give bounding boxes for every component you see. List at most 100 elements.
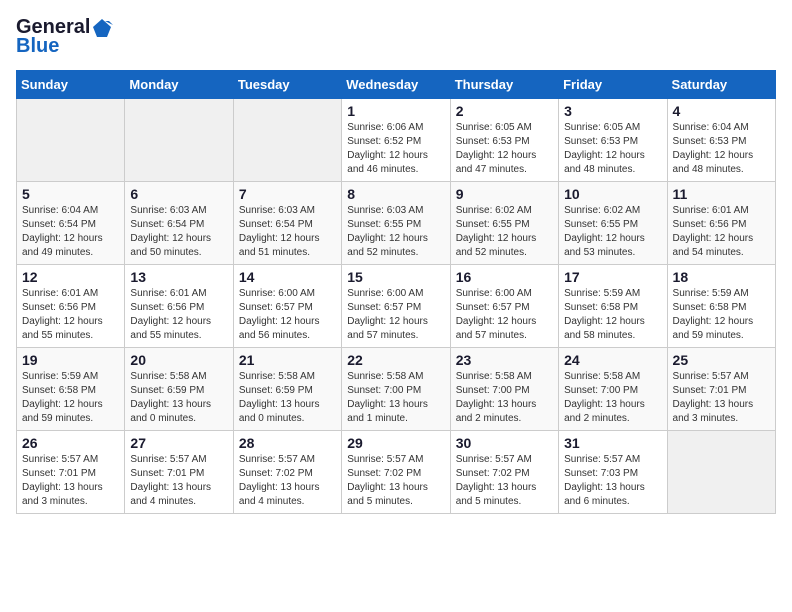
day-info: Sunrise: 6:03 AM Sunset: 6:54 PM Dayligh…: [130, 204, 227, 260]
day-of-week-header: Wednesday: [342, 71, 450, 99]
day-info: Sunrise: 6:01 AM Sunset: 6:56 PM Dayligh…: [130, 287, 227, 343]
day-info: Sunrise: 5:57 AM Sunset: 7:02 PM Dayligh…: [239, 453, 336, 509]
day-info: Sunrise: 5:57 AM Sunset: 7:01 PM Dayligh…: [673, 370, 770, 426]
day-number: 5: [22, 186, 119, 202]
page-header: General Blue: [16, 16, 776, 58]
calendar-cell: 18 Sunrise: 5:59 AM Sunset: 6:58 PM Dayli…: [667, 265, 775, 348]
day-info: Sunrise: 5:57 AM Sunset: 7:03 PM Dayligh…: [564, 453, 661, 509]
day-number: 2: [456, 103, 553, 119]
calendar-cell: 14Sunrise: 6:00 AM Sunset: 6:57 PM Dayli…: [233, 265, 341, 348]
day-info: Sunrise: 5:58 AM Sunset: 7:00 PM Dayligh…: [347, 370, 444, 426]
calendar-cell: 27 Sunrise: 5:57 AM Sunset: 7:01 PM Dayli…: [125, 431, 233, 514]
calendar-cell: 12 Sunrise: 6:01 AM Sunset: 6:56 PM Dayli…: [17, 265, 125, 348]
day-info: Sunrise: 6:02 AM Sunset: 6:55 PM Dayligh…: [456, 204, 553, 260]
calendar-cell: 26 Sunrise: 5:57 AM Sunset: 7:01 PM Dayli…: [17, 431, 125, 514]
calendar-cell: 8 Sunrise: 6:03 AM Sunset: 6:55 PM Daylig…: [342, 182, 450, 265]
day-number: 23: [456, 352, 553, 368]
day-info: Sunrise: 6:05 AM Sunset: 6:53 PM Dayligh…: [564, 121, 661, 177]
calendar-cell: 10 Sunrise: 6:02 AM Sunset: 6:55 PM Dayli…: [559, 182, 667, 265]
calendar-header-row: SundayMondayTuesdayWednesdayThursdayFrid…: [17, 71, 776, 99]
day-info: Sunrise: 6:05 AM Sunset: 6:53 PM Dayligh…: [456, 121, 553, 177]
day-number: 11: [673, 186, 770, 202]
calendar-cell: 16 Sunrise: 6:00 AM Sunset: 6:57 PM Dayli…: [450, 265, 558, 348]
day-info: Sunrise: 5:57 AM Sunset: 7:01 PM Dayligh…: [22, 453, 119, 509]
day-number: 27: [130, 435, 227, 451]
day-info: Sunrise: 6:01 AM Sunset: 6:56 PM Dayligh…: [673, 204, 770, 260]
day-number: 22: [347, 352, 444, 368]
day-info: Sunrise: 5:58 AM Sunset: 6:59 PM Dayligh…: [239, 370, 336, 426]
calendar-cell: 31 Sunrise: 5:57 AM Sunset: 7:03 PM Dayli…: [559, 431, 667, 514]
day-info: Sunrise: 5:59 AM Sunset: 6:58 PM Dayligh…: [22, 370, 119, 426]
calendar-cell: 17Sunrise: 5:59 AM Sunset: 6:58 PM Dayli…: [559, 265, 667, 348]
calendar-week-row: 5Sunrise: 6:04 AM Sunset: 6:54 PM Daylig…: [17, 182, 776, 265]
day-number: 21: [239, 352, 336, 368]
calendar-cell: 9 Sunrise: 6:02 AM Sunset: 6:55 PM Daylig…: [450, 182, 558, 265]
day-number: 26: [22, 435, 119, 451]
day-number: 15: [347, 269, 444, 285]
day-number: 4: [673, 103, 770, 119]
day-number: 9: [456, 186, 553, 202]
day-of-week-header: Friday: [559, 71, 667, 99]
day-info: Sunrise: 5:57 AM Sunset: 7:02 PM Dayligh…: [456, 453, 553, 509]
calendar-week-row: 12 Sunrise: 6:01 AM Sunset: 6:56 PM Dayli…: [17, 265, 776, 348]
calendar-cell: 19 Sunrise: 5:59 AM Sunset: 6:58 PM Dayli…: [17, 348, 125, 431]
day-of-week-header: Thursday: [450, 71, 558, 99]
calendar-cell: [17, 99, 125, 182]
day-info: Sunrise: 6:04 AM Sunset: 6:53 PM Dayligh…: [673, 121, 770, 177]
day-number: 1: [347, 103, 444, 119]
day-info: Sunrise: 5:57 AM Sunset: 7:01 PM Dayligh…: [130, 453, 227, 509]
logo: General Blue: [16, 16, 113, 58]
calendar-cell: 20Sunrise: 5:58 AM Sunset: 6:59 PM Dayli…: [125, 348, 233, 431]
calendar-cell: [233, 99, 341, 182]
day-info: Sunrise: 6:01 AM Sunset: 6:56 PM Dayligh…: [22, 287, 119, 343]
calendar-table: SundayMondayTuesdayWednesdayThursdayFrid…: [16, 70, 776, 514]
day-info: Sunrise: 6:06 AM Sunset: 6:52 PM Dayligh…: [347, 121, 444, 177]
day-number: 12: [22, 269, 119, 285]
calendar-cell: 2 Sunrise: 6:05 AM Sunset: 6:53 PM Daylig…: [450, 99, 558, 182]
day-of-week-header: Saturday: [667, 71, 775, 99]
calendar-cell: 29Sunrise: 5:57 AM Sunset: 7:02 PM Dayli…: [342, 431, 450, 514]
day-number: 30: [456, 435, 553, 451]
day-number: 24: [564, 352, 661, 368]
calendar-cell: 25 Sunrise: 5:57 AM Sunset: 7:01 PM Dayli…: [667, 348, 775, 431]
calendar-cell: 1 Sunrise: 6:06 AM Sunset: 6:52 PM Daylig…: [342, 99, 450, 182]
day-info: Sunrise: 6:00 AM Sunset: 6:57 PM Dayligh…: [456, 287, 553, 343]
calendar-cell: 28 Sunrise: 5:57 AM Sunset: 7:02 PM Dayli…: [233, 431, 341, 514]
calendar-cell: 5Sunrise: 6:04 AM Sunset: 6:54 PM Daylig…: [17, 182, 125, 265]
day-info: Sunrise: 6:02 AM Sunset: 6:55 PM Dayligh…: [564, 204, 661, 260]
day-number: 31: [564, 435, 661, 451]
day-info: Sunrise: 5:57 AM Sunset: 7:02 PM Dayligh…: [347, 453, 444, 509]
day-number: 16: [456, 269, 553, 285]
calendar-cell: 6 Sunrise: 6:03 AM Sunset: 6:54 PM Daylig…: [125, 182, 233, 265]
day-info: Sunrise: 6:00 AM Sunset: 6:57 PM Dayligh…: [347, 287, 444, 343]
calendar-cell: 22 Sunrise: 5:58 AM Sunset: 7:00 PM Dayli…: [342, 348, 450, 431]
day-number: 17: [564, 269, 661, 285]
day-of-week-header: Sunday: [17, 71, 125, 99]
calendar-cell: [125, 99, 233, 182]
day-number: 10: [564, 186, 661, 202]
day-info: Sunrise: 5:58 AM Sunset: 6:59 PM Dayligh…: [130, 370, 227, 426]
calendar-cell: 7Sunrise: 6:03 AM Sunset: 6:54 PM Daylig…: [233, 182, 341, 265]
calendar-cell: 30 Sunrise: 5:57 AM Sunset: 7:02 PM Dayli…: [450, 431, 558, 514]
calendar-cell: [667, 431, 775, 514]
day-number: 8: [347, 186, 444, 202]
day-info: Sunrise: 6:00 AM Sunset: 6:57 PM Dayligh…: [239, 287, 336, 343]
day-info: Sunrise: 5:58 AM Sunset: 7:00 PM Dayligh…: [564, 370, 661, 426]
day-info: Sunrise: 5:58 AM Sunset: 7:00 PM Dayligh…: [456, 370, 553, 426]
calendar-week-row: 26 Sunrise: 5:57 AM Sunset: 7:01 PM Dayli…: [17, 431, 776, 514]
day-info: Sunrise: 6:03 AM Sunset: 6:55 PM Dayligh…: [347, 204, 444, 260]
day-number: 19: [22, 352, 119, 368]
day-number: 25: [673, 352, 770, 368]
day-number: 6: [130, 186, 227, 202]
day-info: Sunrise: 6:03 AM Sunset: 6:54 PM Dayligh…: [239, 204, 336, 260]
day-number: 18: [673, 269, 770, 285]
day-number: 28: [239, 435, 336, 451]
day-number: 13: [130, 269, 227, 285]
logo-blue-text: Blue: [16, 35, 59, 58]
calendar-cell: 4 Sunrise: 6:04 AM Sunset: 6:53 PM Daylig…: [667, 99, 775, 182]
calendar-week-row: 19 Sunrise: 5:59 AM Sunset: 6:58 PM Dayli…: [17, 348, 776, 431]
calendar-cell: 3 Sunrise: 6:05 AM Sunset: 6:53 PM Daylig…: [559, 99, 667, 182]
calendar-cell: 11 Sunrise: 6:01 AM Sunset: 6:56 PM Dayli…: [667, 182, 775, 265]
day-info: Sunrise: 5:59 AM Sunset: 6:58 PM Dayligh…: [673, 287, 770, 343]
day-number: 3: [564, 103, 661, 119]
